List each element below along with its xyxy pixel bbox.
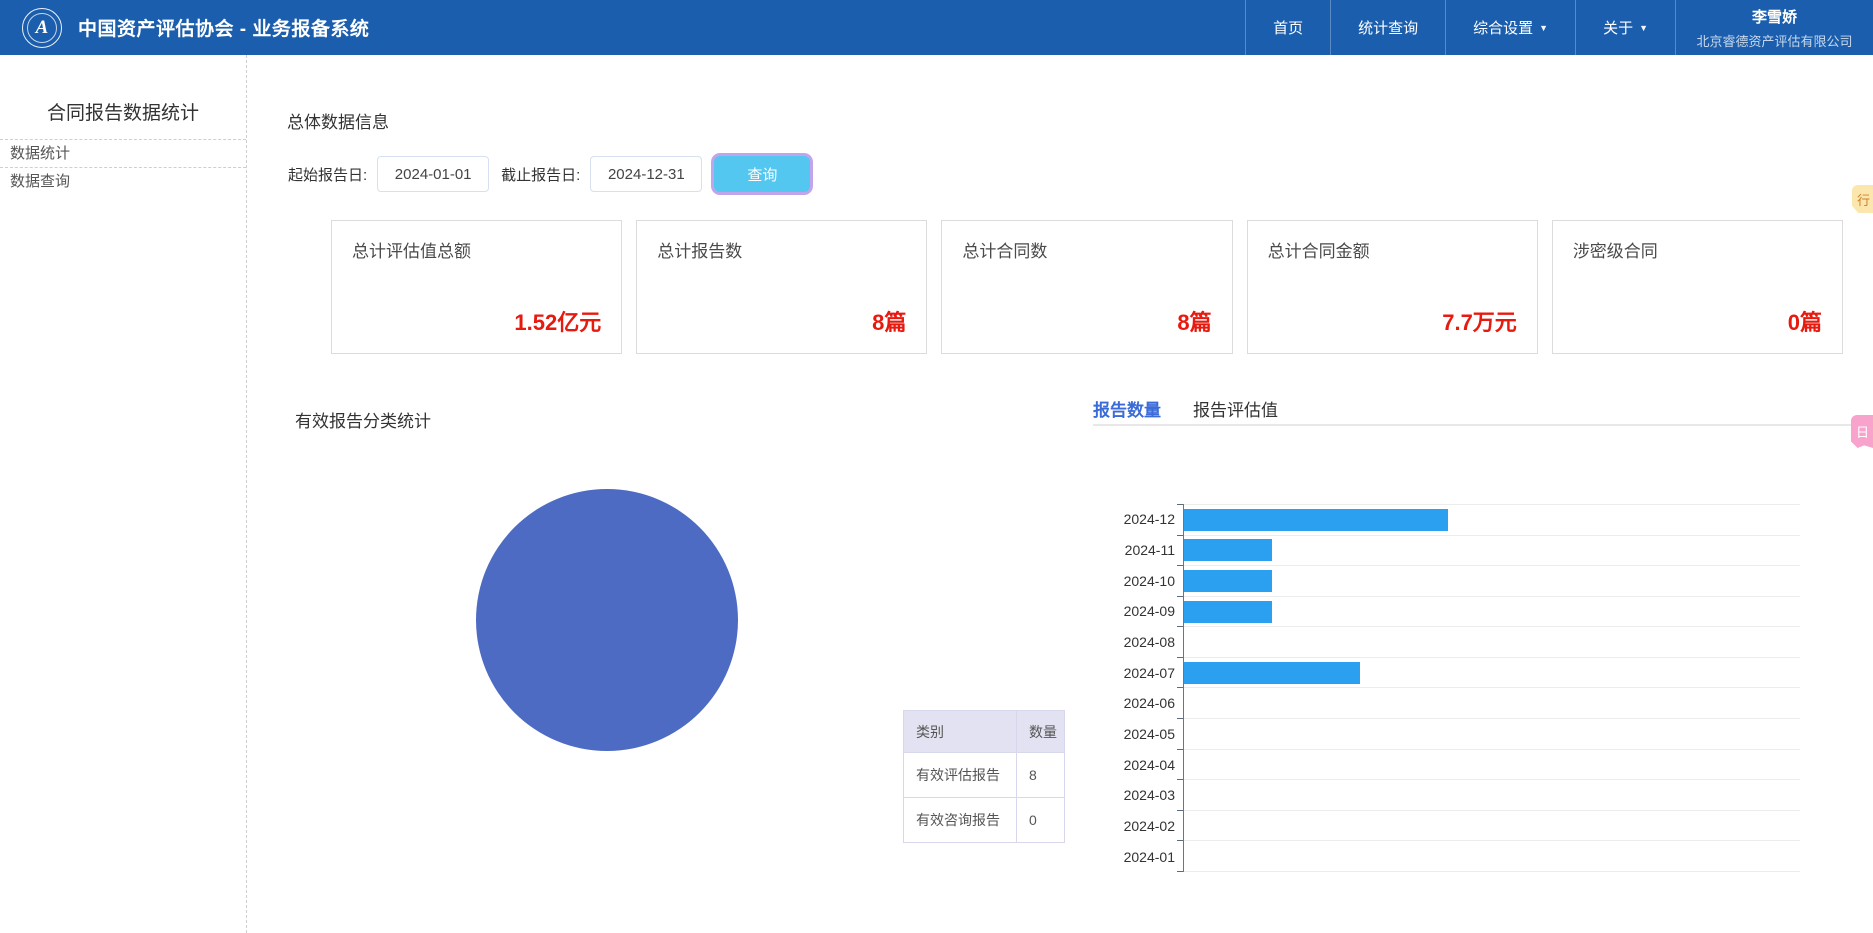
bar-axis-label: 2024-08	[1123, 634, 1175, 651]
nav-item-label: 关于	[1603, 20, 1634, 37]
bar-chart-row	[1177, 534, 1800, 567]
stat-card-value: 7.7万元	[1442, 310, 1517, 335]
nav-item-label: 综合设置	[1473, 20, 1534, 37]
bar-chart-row	[1177, 504, 1800, 536]
bar-axis-label: 2024-12	[1123, 511, 1175, 528]
nav-item-home[interactable]: 首页	[1245, 0, 1330, 55]
stat-card-value: 0篇	[1787, 310, 1823, 335]
bar-chart-row	[1177, 687, 1800, 720]
report-tabs: 报告数量 报告评估值	[1093, 396, 1278, 421]
stat-card: 总计合同金额 7.7万元	[1246, 220, 1538, 354]
bar	[1184, 600, 1272, 623]
edge-tag-pink[interactable]: 日	[1851, 415, 1873, 448]
nav-item-statistics-query[interactable]: 统计查询	[1330, 0, 1445, 55]
stat-card-title: 总计合同金额	[1267, 242, 1370, 261]
caret-down-icon: ▼	[1639, 22, 1648, 33]
bar-axis-label: 2024-03	[1123, 787, 1175, 804]
start-date-input[interactable]	[377, 156, 490, 192]
table-row: 有效咨询报告 0	[903, 797, 1065, 843]
logo-letter: A	[35, 17, 49, 38]
bar-chart-row	[1177, 565, 1800, 597]
brand: A 中国资产评估协会 - 业务报备系统	[0, 0, 369, 55]
top-navbar: A 中国资产评估协会 - 业务报备系统 首页 统计查询 综合设置 ▼ 关于 ▼ 李雪娇 北…	[0, 0, 1873, 55]
nav-item-label: 统计查询	[1358, 20, 1419, 37]
stat-card-title: 总计报告数	[657, 242, 743, 261]
stat-card: 总计报告数 8篇	[636, 220, 928, 354]
bar-chart-row	[1177, 779, 1800, 811]
bar-chart-axis-labels: 2024-12 2024-11 2024-10 2024-09 2024-08 2024-…	[1055, 504, 1175, 872]
filter-bar: 起始报告日: 截止报告日: 查询	[288, 155, 811, 193]
sidebar-item-data-statistics[interactable]: 数据统计	[0, 140, 246, 168]
bar-axis-label: 2024-02	[1123, 818, 1175, 835]
caret-down-icon: ▼	[1539, 22, 1549, 33]
table-row: 有效评估报告 8	[903, 752, 1065, 798]
bar	[1184, 569, 1272, 592]
bar-axis-label: 2024-07	[1123, 664, 1175, 681]
stat-card: 涉密级合同 0篇	[1551, 220, 1844, 354]
bar-axis-label: 2024-06	[1123, 695, 1175, 712]
edge-tag-yellow[interactable]: 行	[1852, 185, 1873, 213]
bar-axis-label: 2024-11	[1124, 542, 1175, 558]
stat-card-value: 8篇	[1177, 310, 1212, 335]
tab-report-value[interactable]: 报告评估值	[1193, 396, 1278, 421]
bar-chart-row	[1177, 809, 1800, 842]
brand-title: 中国资产评估协会 - 业务报备系统	[78, 19, 370, 40]
user-name: 李雪娇	[1751, 9, 1797, 26]
table-cell-category: 有效评估报告	[903, 752, 1017, 798]
bar-chart: 2024-12 2024-11 2024-10 2024-09 2024-08 2024-…	[1055, 504, 1800, 872]
tab-report-count[interactable]: 报告数量	[1093, 396, 1161, 421]
bar-chart-row	[1177, 718, 1800, 750]
sidebar-item-data-query[interactable]: 数据查询	[0, 168, 246, 196]
nav-item-label: 首页	[1273, 20, 1304, 37]
bar-axis-label: 2024-04	[1123, 756, 1175, 773]
bar-chart-row	[1177, 656, 1800, 689]
stat-card: 总计评估值总额 1.52亿元	[331, 220, 623, 354]
section-title-overview: 总体数据信息	[287, 113, 389, 132]
stat-card-value: 8篇	[872, 310, 907, 335]
start-date-label: 起始报告日:	[288, 166, 368, 184]
query-button[interactable]: 查询	[714, 156, 811, 192]
bar-chart-row	[1177, 748, 1800, 781]
bar	[1184, 661, 1360, 684]
bar	[1184, 508, 1448, 531]
bar-axis-label: 2024-10	[1123, 572, 1175, 589]
pie-section-title: 有效报告分类统计	[295, 412, 431, 431]
nav-menu: 首页 统计查询 综合设置 ▼ 关于 ▼ 李雪娇 北京睿德资产评估有限公司	[1245, 0, 1873, 55]
bar-chart-plot	[1177, 504, 1800, 872]
main-content: 总体数据信息 起始报告日: 截止报告日: 查询 总计评估值总额 1.52亿元 总计报…	[247, 55, 1873, 933]
nav-item-general-settings[interactable]: 综合设置 ▼	[1445, 0, 1575, 55]
stat-card: 总计合同数 8篇	[941, 220, 1233, 354]
association-seal-icon: A	[22, 7, 62, 48]
stat-card-title: 总计合同数	[962, 242, 1048, 261]
bar-chart-row	[1177, 595, 1800, 628]
user-company: 北京睿德资产评估有限公司	[1696, 34, 1853, 49]
category-table: 类别 数量 有效评估报告 8 有效咨询报告 0	[903, 710, 1065, 843]
table-header-category: 类别	[903, 710, 1017, 753]
bar-axis-label: 2024-05	[1123, 726, 1175, 743]
stat-card-title: 涉密级合同	[1572, 242, 1658, 261]
bar-chart-row	[1177, 840, 1800, 872]
tabs-underline	[1093, 424, 1852, 426]
end-date-label: 截止报告日:	[501, 166, 581, 184]
bar-chart-row	[1177, 626, 1800, 658]
stat-cards: 总计评估值总额 1.52亿元 总计报告数 8篇 总计合同数 8篇 总计合同金额 7.7万元 涉密…	[331, 220, 1844, 354]
sidebar-title: 合同报告数据统计	[46, 103, 199, 124]
bar-axis-label: 2024-09	[1123, 603, 1175, 620]
table-cell-category: 有效咨询报告	[903, 797, 1017, 843]
bar	[1184, 539, 1272, 562]
bar-axis-label: 2024-01	[1123, 848, 1175, 865]
stat-card-title: 总计评估值总额	[352, 242, 471, 261]
end-date-input[interactable]	[590, 156, 703, 192]
sidebar: 合同报告数据统计 数据统计 数据查询	[0, 55, 247, 933]
app-root: A 中国资产评估协会 - 业务报备系统 首页 统计查询 综合设置 ▼ 关于 ▼ 李雪娇 北…	[0, 0, 1873, 933]
nav-item-about[interactable]: 关于 ▼	[1575, 0, 1675, 55]
pie-chart	[476, 489, 738, 751]
stat-card-value: 1.52亿元	[514, 310, 602, 335]
user-info[interactable]: 李雪娇 北京睿德资产评估有限公司	[1675, 0, 1873, 55]
